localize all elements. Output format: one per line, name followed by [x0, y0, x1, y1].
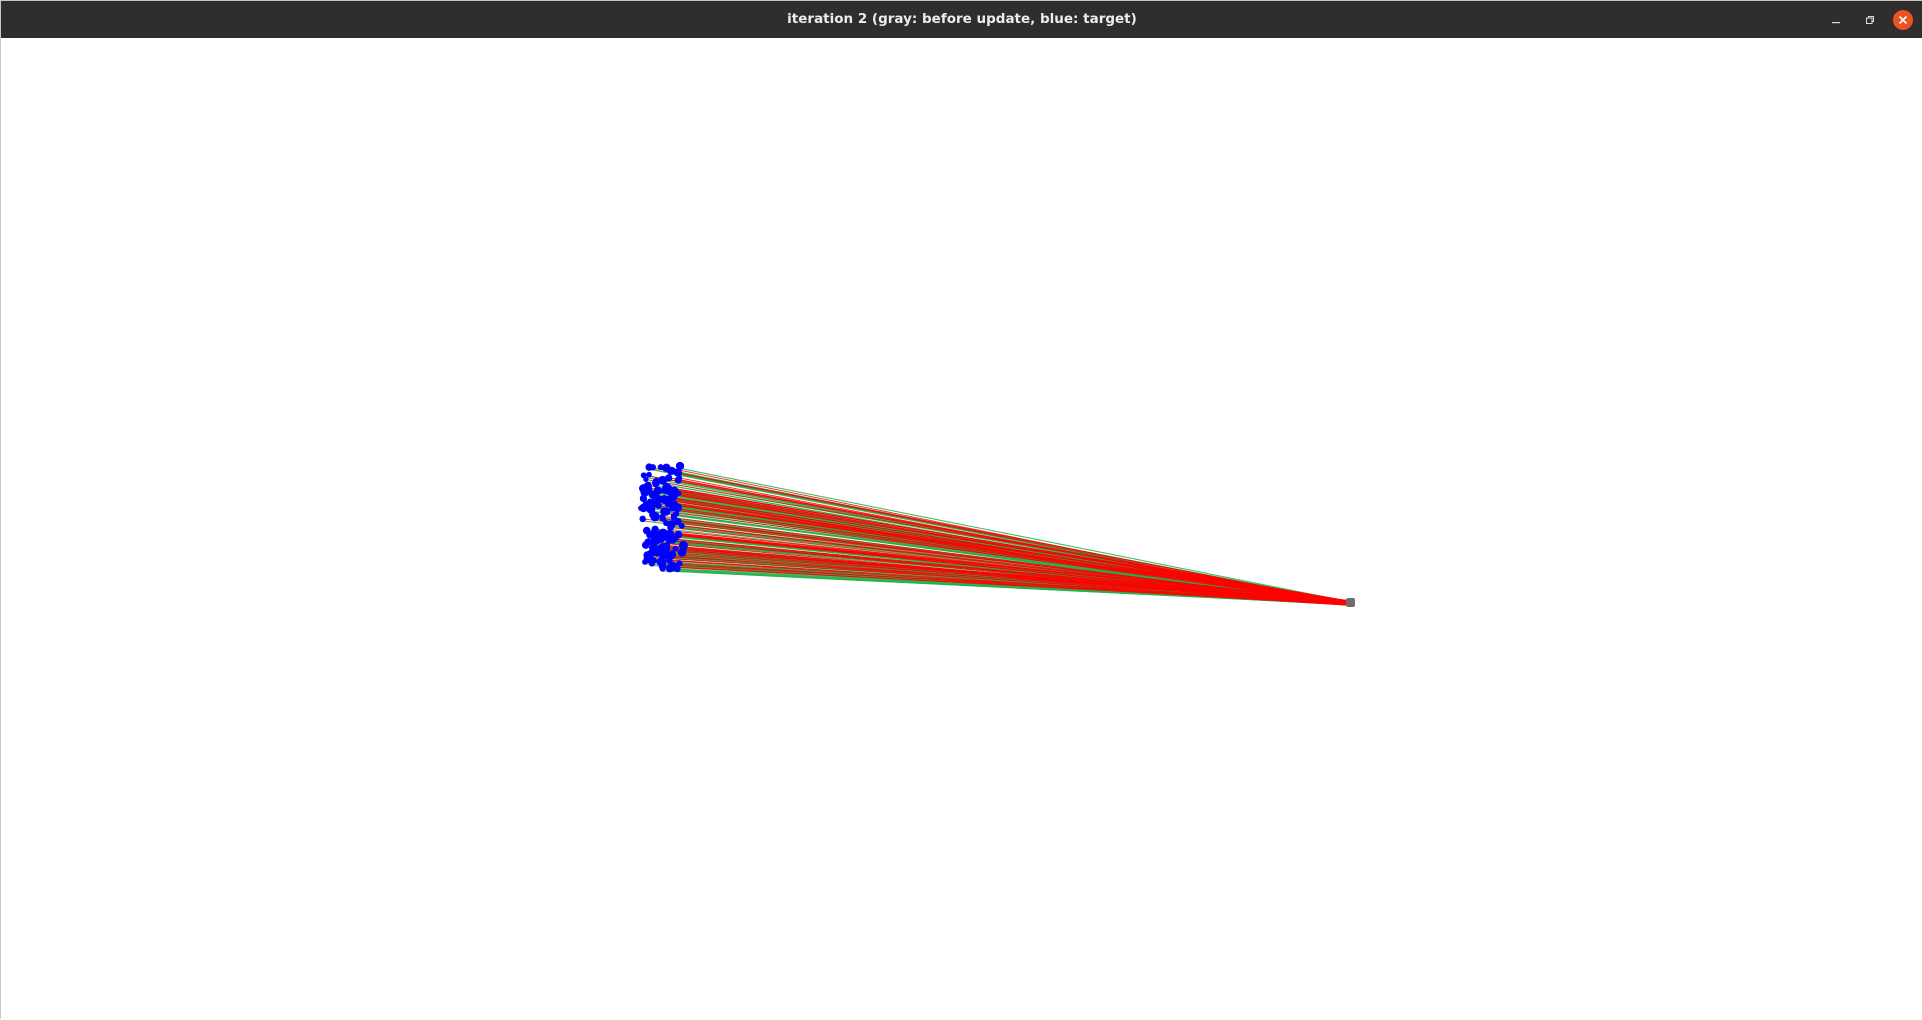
minimize-button[interactable]: [1826, 10, 1846, 30]
target-point: [640, 472, 647, 479]
target-point: [650, 491, 660, 501]
target-point: [665, 536, 672, 543]
source-point-cloud: [1346, 598, 1355, 607]
target-point: [673, 564, 680, 572]
target-point: [658, 536, 665, 543]
maximize-button[interactable]: [1860, 10, 1880, 30]
target-point: [657, 464, 664, 471]
target-point: [639, 494, 648, 503]
target-point: [674, 517, 682, 526]
target-point: [658, 528, 668, 537]
target-point: [672, 500, 679, 507]
target-point: [651, 479, 660, 488]
close-icon: [1899, 16, 1907, 24]
target-point: [662, 551, 671, 560]
minimize-icon: [1832, 22, 1840, 24]
target-point: [643, 551, 652, 560]
target-point: [667, 524, 674, 531]
point-cloud-view: [638, 461, 1355, 607]
target-point: [664, 544, 670, 550]
target-point: [645, 463, 653, 471]
target-point: [676, 490, 682, 497]
app-window: iteration 2 (gray: before update, blue: …: [0, 0, 1922, 1020]
target-point: [659, 513, 666, 519]
target-point-cloud: [638, 461, 688, 573]
target-point: [672, 545, 679, 552]
target-point: [645, 485, 653, 494]
close-button[interactable]: [1893, 10, 1913, 30]
target-point: [654, 550, 661, 557]
target-point: [664, 501, 671, 508]
target-point: [658, 562, 667, 571]
target-point: [641, 541, 650, 549]
title-bar[interactable]: iteration 2 (gray: before update, blue: …: [1, 1, 1922, 38]
render-canvas[interactable]: [1, 38, 1922, 1020]
source-point: [1346, 598, 1355, 607]
window-title: iteration 2 (gray: before update, blue: …: [787, 11, 1137, 27]
target-point: [674, 530, 683, 539]
target-point: [638, 505, 644, 511]
target-point: [639, 515, 646, 523]
target-point: [649, 538, 658, 547]
target-point: [671, 468, 678, 475]
target-point: [654, 529, 660, 536]
target-point: [649, 510, 657, 519]
target-point: [661, 485, 670, 494]
restore-icon: [1866, 16, 1874, 24]
target-point: [646, 471, 652, 478]
target-point: [678, 540, 688, 550]
target-point: [648, 560, 655, 567]
